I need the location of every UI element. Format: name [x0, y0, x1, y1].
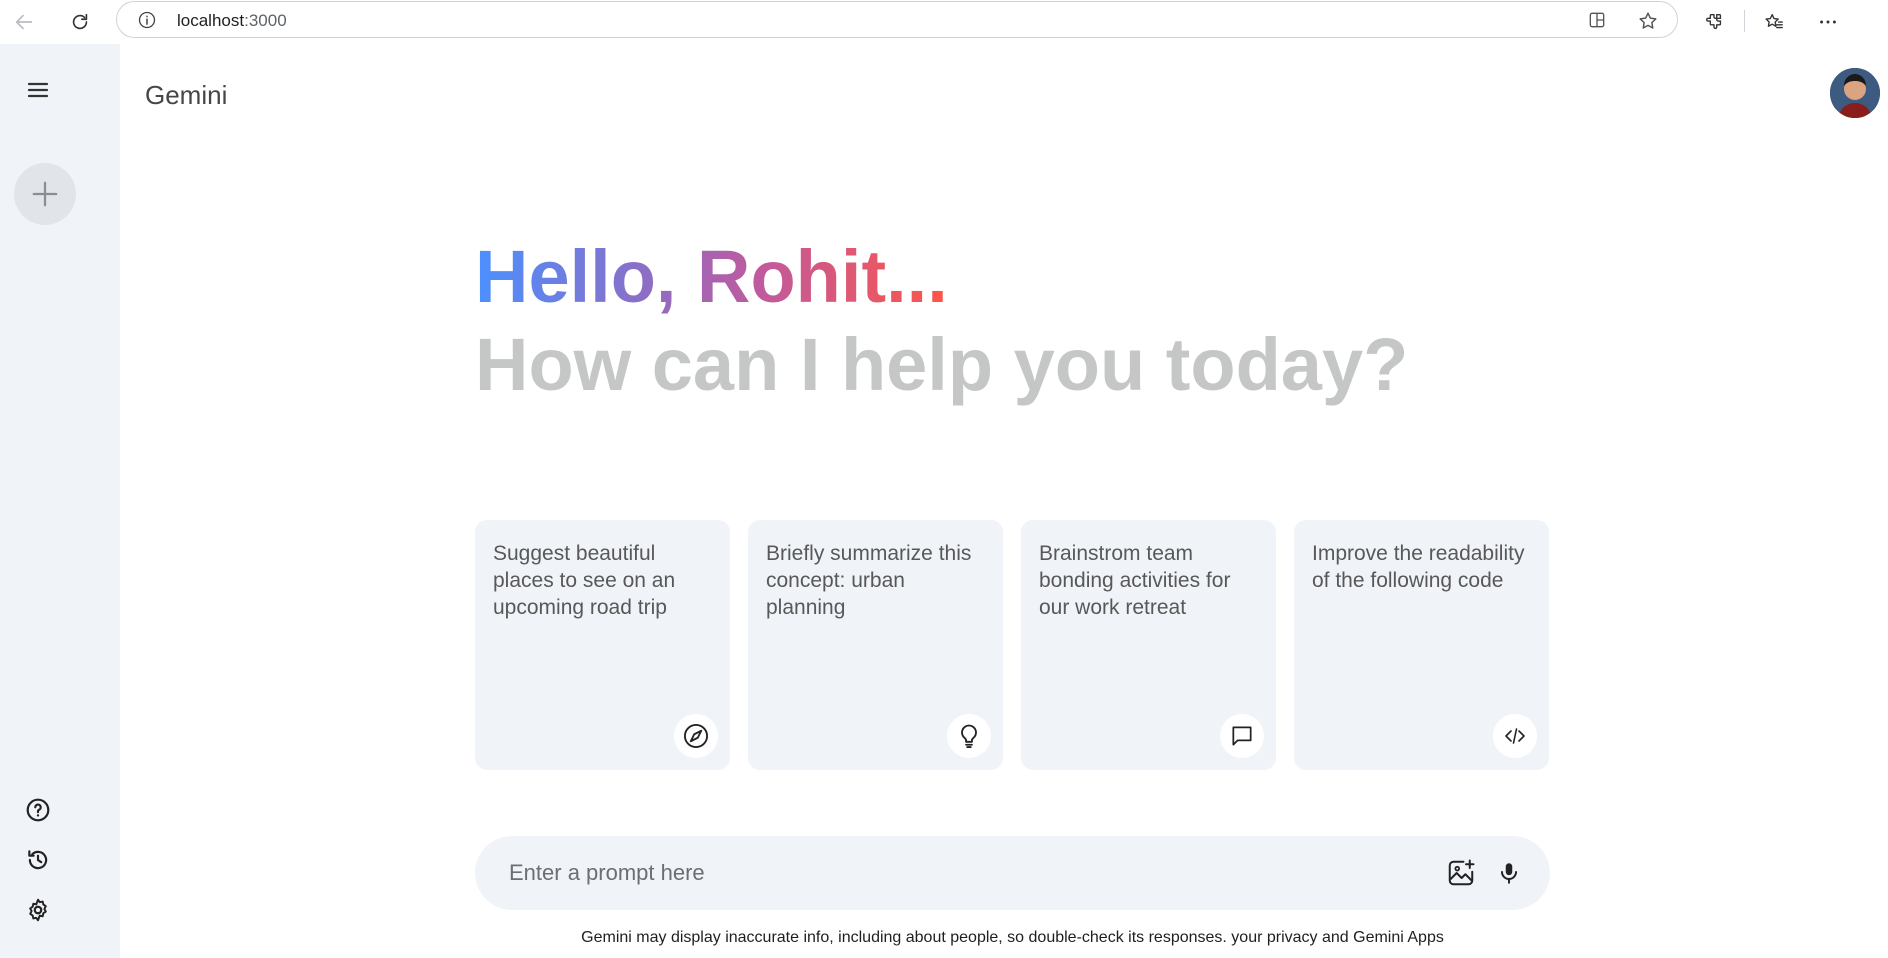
greeting-subtitle: How can I help you today? [475, 323, 1409, 406]
settings-button[interactable] [20, 892, 56, 928]
prompt-input[interactable] [509, 852, 1389, 894]
image-add-button[interactable] [1441, 853, 1481, 893]
code-icon [1493, 714, 1537, 758]
new-chat-button[interactable] [14, 163, 76, 225]
avatar[interactable] [1830, 68, 1880, 118]
split-screen-icon[interactable] [1587, 10, 1607, 35]
extensions-button[interactable] [1696, 4, 1732, 40]
toolbar-divider [1744, 10, 1745, 32]
compass-icon [674, 714, 718, 758]
url-text[interactable]: localhost:3000 [177, 11, 287, 31]
help-button[interactable] [20, 792, 56, 828]
suggestion-card[interactable]: Brainstrom team bonding activities for o… [1021, 520, 1276, 770]
disclaimer-text: Gemini may display inaccurate info, incl… [581, 929, 1444, 946]
address-bar[interactable]: localhost:3000 [116, 1, 1678, 38]
favorites-button[interactable] [1756, 4, 1792, 40]
suggestion-card[interactable]: Suggest beautiful places to see on an up… [475, 520, 730, 770]
suggestion-card-text: Briefly summarize this concept: urban pl… [766, 542, 972, 619]
user-avatar-icon [1830, 68, 1880, 118]
browser-toolbar: localhost:3000 [0, 0, 1888, 44]
suggestion-card[interactable]: Improve the readability of the following… [1294, 520, 1549, 770]
favorites-icon [1765, 13, 1783, 29]
lightbulb-icon [947, 714, 991, 758]
menu-button[interactable] [18, 70, 58, 110]
greeting-hello: Hello, Rohit... [475, 235, 948, 318]
help-icon [26, 798, 50, 822]
sidebar [0, 44, 120, 958]
url-port: :3000 [244, 11, 287, 30]
history-icon [28, 850, 48, 870]
suggestion-card-text: Suggest beautiful places to see on an up… [493, 542, 676, 619]
info-icon[interactable] [137, 10, 157, 35]
suggestion-card-text: Brainstrom team bonding activities for o… [1039, 542, 1231, 619]
menu-icon [27, 82, 49, 98]
suggestion-card-text: Improve the readability of the following… [1312, 542, 1525, 592]
settings-icon [29, 898, 47, 922]
back-button[interactable] [6, 4, 42, 40]
extensions-icon [1706, 13, 1722, 30]
mic-button[interactable] [1489, 853, 1529, 893]
url-host: localhost [177, 11, 245, 30]
message-icon [1220, 714, 1264, 758]
star-icon[interactable] [1637, 10, 1659, 37]
prompt-bar [475, 836, 1550, 910]
history-button[interactable] [20, 842, 56, 878]
reload-button[interactable] [62, 4, 98, 40]
more-icon [1820, 20, 1836, 24]
plus-icon [32, 181, 58, 207]
more-button[interactable] [1810, 4, 1846, 40]
image-add-icon [1448, 859, 1475, 886]
suggestion-card[interactable]: Briefly summarize this concept: urban pl… [748, 520, 1003, 770]
app-title: Gemini [145, 80, 228, 110]
reload-icon [72, 13, 88, 30]
mic-icon [1500, 863, 1518, 884]
back-icon [15, 14, 33, 30]
